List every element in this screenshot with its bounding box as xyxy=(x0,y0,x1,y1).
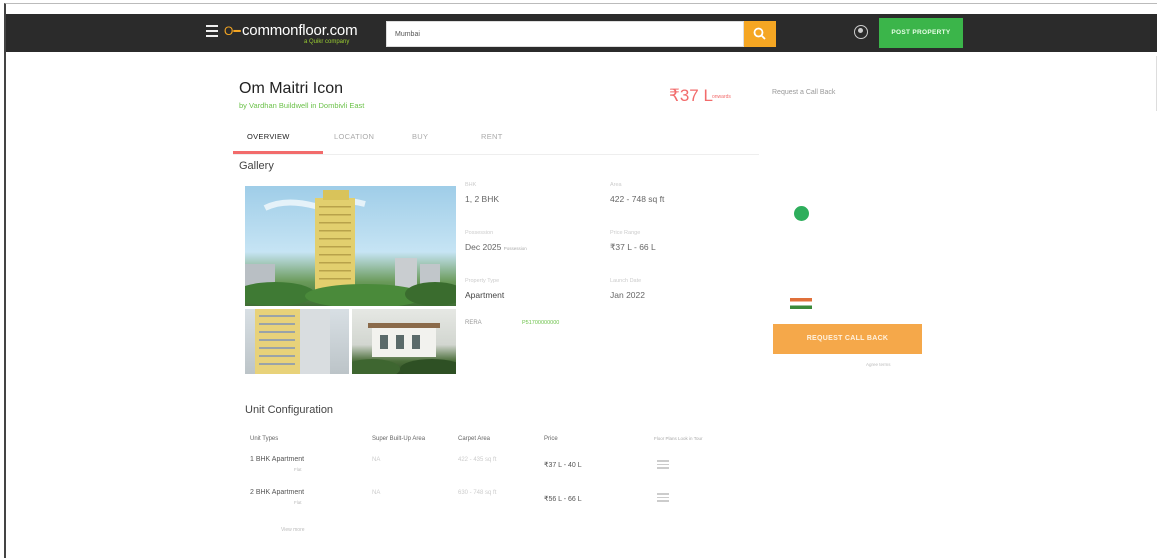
column-header-unit-types: Unit Types xyxy=(250,436,279,442)
gallery-main-image[interactable] xyxy=(245,186,456,306)
user-account-icon[interactable] xyxy=(854,25,868,39)
project-price: ₹37 L xyxy=(669,86,713,105)
possession-note: Possession xyxy=(503,246,527,251)
callback-terms-note: Agree terms xyxy=(866,362,891,367)
unit-type-1[interactable]: 1 BHK Apartment xyxy=(250,456,304,463)
india-flag-icon[interactable] xyxy=(790,298,812,309)
tabs-divider xyxy=(233,154,759,155)
unit-1-carpet-area: 422 - 435 sq ft xyxy=(458,457,497,463)
detail-label-launch-date: Launch Date xyxy=(610,278,642,284)
request-callback-link[interactable]: Request a Call Back xyxy=(772,89,835,96)
tab-location[interactable]: LOCATION xyxy=(334,132,374,141)
online-status-icon xyxy=(794,206,809,221)
logo-tagline: a Quikr company xyxy=(304,39,350,45)
detail-value-price-range: ₹37 L - 66 L xyxy=(610,242,656,252)
site-logo[interactable]: commonfloor.com xyxy=(242,22,358,39)
column-header-carpet-area: Carpet Area xyxy=(458,436,491,442)
project-builder-location[interactable]: by Vardhan Buildwell in Dombivli East xyxy=(239,101,364,110)
scrollbar[interactable] xyxy=(1156,56,1157,111)
detail-value-property-type: Apartment xyxy=(465,290,505,300)
unit-2-super-area: NA xyxy=(372,490,381,496)
clubhouse-illustration xyxy=(352,323,456,374)
column-header-price: Price xyxy=(544,436,558,442)
search-button[interactable] xyxy=(744,21,776,47)
unit-1-price: ₹37 L - 40 L xyxy=(544,462,582,469)
logo-key-icon: O━ xyxy=(224,24,241,38)
gallery-title: Gallery xyxy=(239,160,274,172)
unit-type-2-sub: Flat xyxy=(294,500,302,505)
detail-value-bhk: 1, 2 BHK xyxy=(465,194,500,204)
hamburger-menu-icon[interactable] xyxy=(206,25,218,37)
unit-2-price: ₹56 L - 66 L xyxy=(544,496,582,503)
unit-type-1-sub: Flat xyxy=(294,467,302,472)
building-illustration xyxy=(245,190,456,306)
unit-type-2[interactable]: 2 BHK Apartment xyxy=(250,489,304,496)
tab-overview[interactable]: OVERVIEW xyxy=(247,132,290,141)
unit-2-carpet-area: 630 - 748 sq ft xyxy=(458,490,497,496)
floor-plan-icon[interactable] xyxy=(657,460,669,470)
possession-date: Dec 2025 xyxy=(465,242,502,252)
building-facade-illustration xyxy=(255,309,330,374)
search-input[interactable]: Mumbai xyxy=(386,21,744,47)
detail-value-area: 422 - 748 sq ft xyxy=(610,194,665,204)
rera-label: RERA xyxy=(465,320,482,326)
post-property-button[interactable]: POST PROPERTY xyxy=(879,18,963,48)
detail-value-launch-date: Jan 2022 xyxy=(610,290,645,300)
project-title: Om Maitri Icon xyxy=(239,80,344,97)
tab-buy[interactable]: BUY xyxy=(412,132,428,141)
column-header-super-builtup: Super Built-Up Area xyxy=(372,436,426,442)
request-call-back-button[interactable]: REQUEST CALL BACK xyxy=(773,324,922,354)
page-frame: O━ commonfloor.com a Quikr company Mumba… xyxy=(4,3,1157,558)
detail-label-possession: Possession xyxy=(465,230,494,236)
detail-label-bhk: BHK xyxy=(465,182,477,188)
top-navigation-bar: O━ commonfloor.com a Quikr company Mumba… xyxy=(6,14,1157,52)
unit-configuration-title: Unit Configuration xyxy=(245,404,334,416)
detail-label-area: Area xyxy=(610,182,622,188)
project-price-suffix: onwards xyxy=(712,94,731,100)
detail-label-price-range: Price Range xyxy=(610,230,641,236)
detail-label-property-type: Property Type xyxy=(465,278,500,284)
rera-number-link[interactable]: P51700000000 xyxy=(522,320,559,326)
floor-plan-icon[interactable] xyxy=(657,493,669,503)
unit-1-super-area: NA xyxy=(372,457,381,463)
view-more-link[interactable]: View more xyxy=(281,527,305,533)
search-icon xyxy=(753,27,766,40)
gallery-thumbnail-2[interactable] xyxy=(352,309,456,374)
tab-rent[interactable]: RENT xyxy=(481,132,503,141)
detail-value-possession: Dec 2025 Possession xyxy=(465,242,527,252)
column-header-floor-plans: Floor Plans Look in Tour xyxy=(654,436,703,441)
gallery-thumbnail-1[interactable] xyxy=(245,309,349,374)
